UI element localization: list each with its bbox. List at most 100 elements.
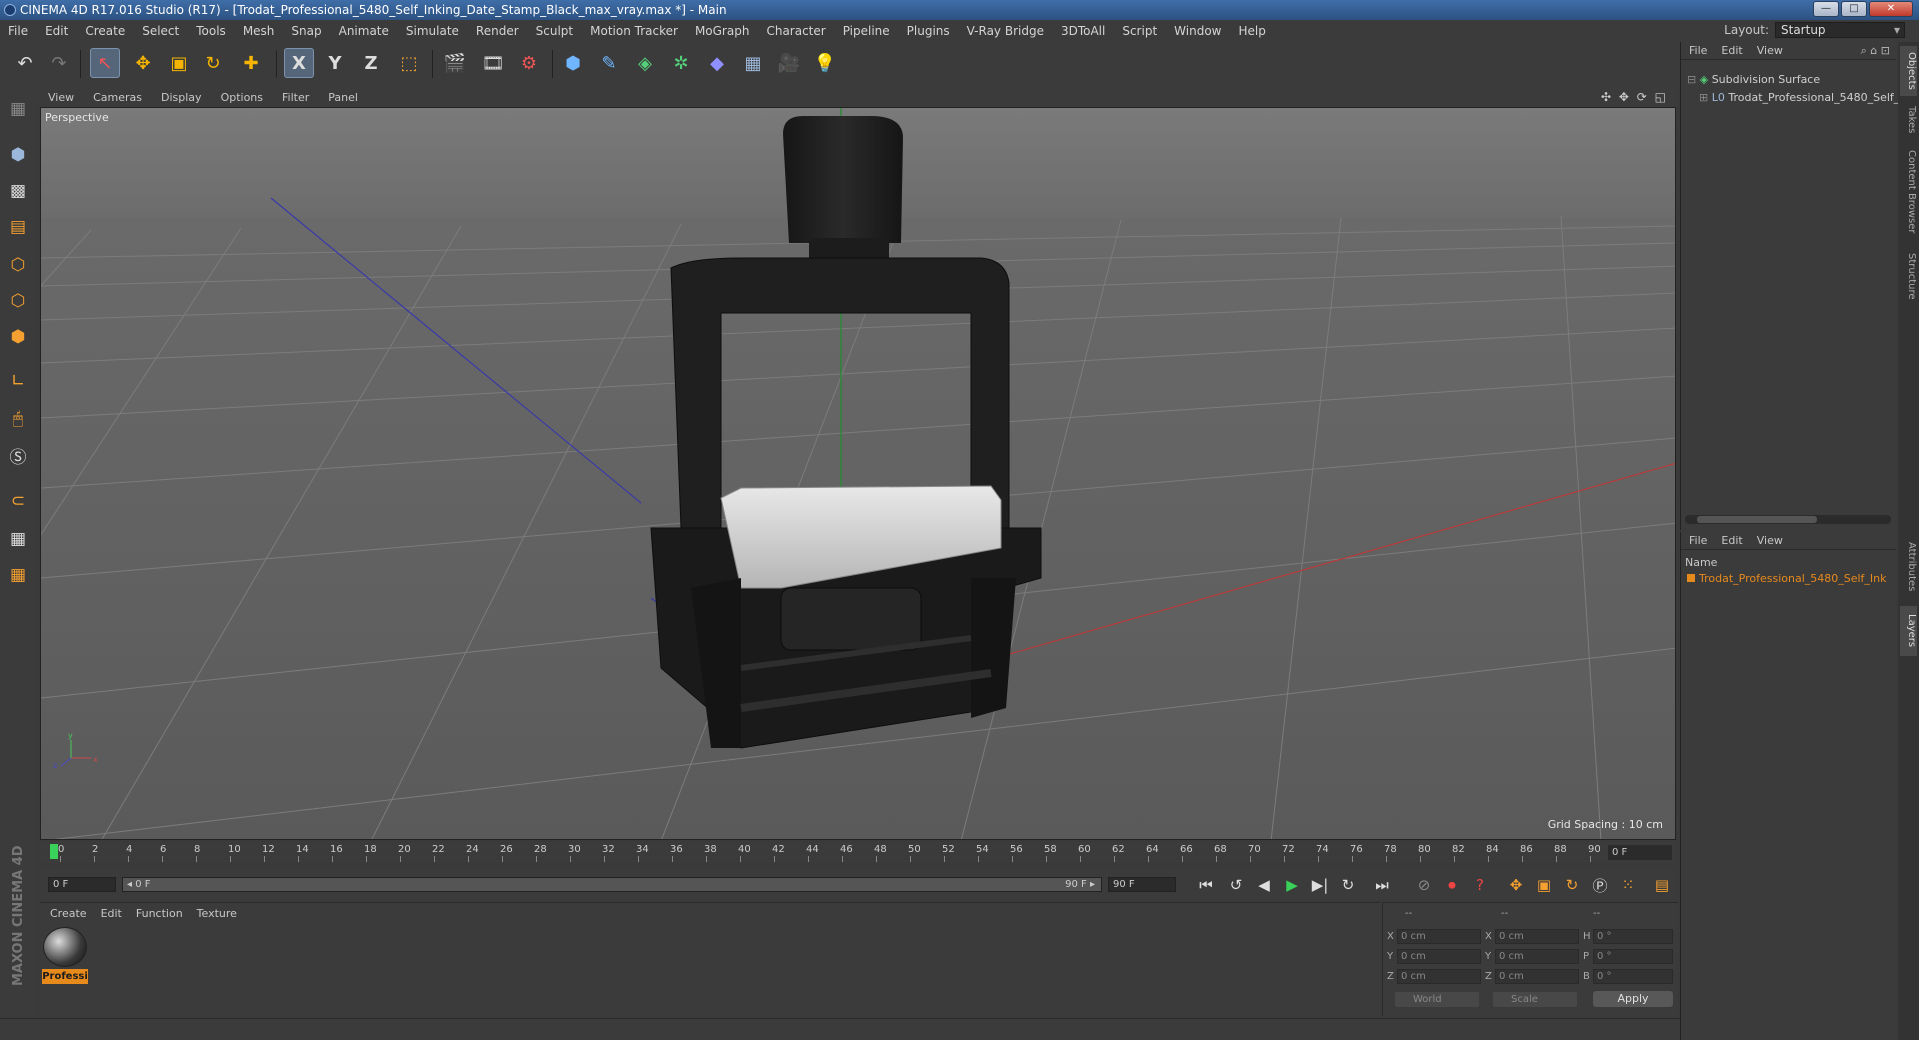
- object-manager-scrollbar[interactable]: [1685, 515, 1891, 524]
- tab-attributes[interactable]: Attributes: [1900, 532, 1917, 602]
- y-axis-lock-icon[interactable]: Y: [320, 48, 350, 78]
- lock-workplane-icon[interactable]: ▦: [3, 524, 33, 554]
- magnet-icon[interactable]: ⊂: [3, 486, 33, 516]
- key-rotation-icon[interactable]: ↻: [1560, 874, 1584, 896]
- viewport-menu-filter[interactable]: Filter: [282, 91, 309, 104]
- redo-icon[interactable]: ↷: [44, 48, 74, 78]
- menu-animate[interactable]: Animate: [339, 24, 389, 38]
- tab-structure[interactable]: Structure: [1900, 246, 1917, 306]
- rot-b-field[interactable]: 0 °: [1593, 969, 1673, 984]
- rot-h-field[interactable]: 0 °: [1593, 929, 1673, 944]
- viewport-navigation-icons[interactable]: ✣ ✥ ⟳ ◱: [1601, 90, 1668, 104]
- menu-pipeline[interactable]: Pipeline: [843, 24, 890, 38]
- workplane-mode-icon[interactable]: ▤: [3, 212, 33, 242]
- size-y-field[interactable]: 0 cm: [1495, 949, 1579, 964]
- previous-key-icon[interactable]: ↺: [1224, 874, 1248, 896]
- menu-tools[interactable]: Tools: [196, 24, 226, 38]
- record-keys-disabled-icon[interactable]: ⊘: [1412, 874, 1436, 896]
- tweak-mode-icon[interactable]: 🖱: [3, 404, 33, 434]
- snapping-icon[interactable]: Ⓢ: [3, 440, 33, 470]
- collapse-toggle-icon[interactable]: ⊟: [1687, 73, 1696, 86]
- material-menu-edit[interactable]: Edit: [101, 907, 122, 920]
- floor-object-icon[interactable]: ▦: [738, 48, 768, 78]
- timeline-window-icon[interactable]: ▤: [1650, 874, 1674, 896]
- tree-item-subdivision-surface[interactable]: ⊟ ◈ Subdivision Surface: [1687, 72, 1820, 88]
- perspective-viewport[interactable]: x y z Perspective Grid Spacing : 10 cm: [40, 107, 1676, 840]
- points-mode-icon[interactable]: ⬡: [3, 250, 33, 280]
- render-view-icon[interactable]: 🎬: [440, 48, 470, 78]
- object-menu-view[interactable]: View: [1757, 44, 1783, 57]
- menu-script[interactable]: Script: [1122, 24, 1157, 38]
- apply-button[interactable]: Apply: [1593, 991, 1673, 1007]
- menu-create[interactable]: Create: [85, 24, 125, 38]
- menu-file[interactable]: File: [8, 24, 28, 38]
- x-axis-lock-icon[interactable]: X: [284, 48, 314, 78]
- size-z-field[interactable]: 0 cm: [1495, 969, 1579, 984]
- tab-objects[interactable]: Objects: [1900, 46, 1917, 96]
- end-frame-field[interactable]: 90 F: [1108, 877, 1176, 892]
- key-point-level-icon[interactable]: ⁙: [1616, 874, 1640, 896]
- layer-item[interactable]: Trodat_Professional_5480_Self_Ink: [1687, 572, 1887, 585]
- material-menu-texture[interactable]: Texture: [197, 907, 237, 920]
- keyframe-selection-icon[interactable]: ?: [1468, 874, 1492, 896]
- previous-frame-icon[interactable]: ◀: [1252, 874, 1276, 896]
- viewport-menu-view[interactable]: View: [48, 91, 74, 104]
- viewport-menu-panel[interactable]: Panel: [328, 91, 358, 104]
- menu-simulate[interactable]: Simulate: [406, 24, 459, 38]
- menu-3dtoall[interactable]: 3DToAll: [1061, 24, 1105, 38]
- render-settings-icon[interactable]: ⚙: [514, 48, 544, 78]
- spline-pen-icon[interactable]: ✎: [594, 48, 624, 78]
- menu-edit[interactable]: Edit: [45, 24, 68, 38]
- menu-character[interactable]: Character: [766, 24, 825, 38]
- coordinate-system-icon[interactable]: ⬚: [394, 48, 424, 78]
- rot-p-field[interactable]: 0 °: [1593, 949, 1673, 964]
- cube-object-icon[interactable]: ⬢: [558, 48, 588, 78]
- autokeying-icon[interactable]: ⏺: [1440, 874, 1464, 896]
- playhead-marker[interactable]: [50, 844, 58, 859]
- material-name-label[interactable]: Professi: [42, 969, 88, 984]
- expand-toggle-icon[interactable]: ⊞: [1699, 91, 1708, 104]
- viewport-menu-cameras[interactable]: Cameras: [93, 91, 142, 104]
- material-thumbnail[interactable]: [43, 927, 87, 967]
- menu-snap[interactable]: Snap: [291, 24, 321, 38]
- object-menu-edit[interactable]: Edit: [1721, 44, 1742, 57]
- menu-motion-tracker[interactable]: Motion Tracker: [590, 24, 678, 38]
- material-menu-function[interactable]: Function: [136, 907, 183, 920]
- menu-mograph[interactable]: MoGraph: [695, 24, 750, 38]
- menu-plugins[interactable]: Plugins: [907, 24, 950, 38]
- subdivision-nurbs-icon[interactable]: ◈: [630, 48, 660, 78]
- tab-content-browser[interactable]: Content Browser: [1900, 142, 1917, 242]
- layout-dropdown[interactable]: Startup: [1775, 22, 1905, 38]
- deformer-icon[interactable]: ◆: [702, 48, 732, 78]
- live-selection-icon[interactable]: ↖: [90, 48, 120, 78]
- light-object-icon[interactable]: 💡: [810, 48, 840, 78]
- model-mode-icon[interactable]: ⬢: [3, 140, 33, 170]
- tree-item-trodat-model[interactable]: ⊞ L0 Trodat_Professional_5480_Self_Ir: [1699, 90, 1907, 106]
- viewport-menu-options[interactable]: Options: [221, 91, 263, 104]
- key-scale-icon[interactable]: ▣: [1532, 874, 1556, 896]
- rotate-tool-icon[interactable]: ↻: [198, 48, 228, 78]
- tab-layers[interactable]: Layers: [1900, 606, 1917, 656]
- key-position-icon[interactable]: ✥: [1504, 874, 1528, 896]
- pos-y-field[interactable]: 0 cm: [1397, 949, 1481, 964]
- coordinate-space-dropdown[interactable]: World: [1395, 992, 1479, 1007]
- layer-menu-file[interactable]: File: [1689, 534, 1707, 547]
- make-editable-icon[interactable]: ▦: [3, 94, 33, 124]
- object-manager-search-icon[interactable]: ⌕ ⌂ ⊡: [1861, 44, 1890, 58]
- play-forward-icon[interactable]: ▶: [1280, 874, 1304, 896]
- texture-mode-icon[interactable]: ▩: [3, 176, 33, 206]
- size-x-field[interactable]: 0 cm: [1495, 929, 1579, 944]
- menu-select[interactable]: Select: [142, 24, 179, 38]
- go-to-start-icon[interactable]: ⏮: [1194, 874, 1218, 896]
- current-frame-field[interactable]: 0 F: [1608, 845, 1672, 860]
- maximize-button[interactable]: □: [1841, 1, 1867, 17]
- menu-sculpt[interactable]: Sculpt: [536, 24, 573, 38]
- go-to-end-icon[interactable]: ⏭: [1370, 874, 1394, 896]
- pos-x-field[interactable]: 0 cm: [1397, 929, 1481, 944]
- key-parameter-icon[interactable]: Ⓟ: [1588, 874, 1612, 896]
- scale-tool-icon[interactable]: ▣: [164, 48, 194, 78]
- add-tool-icon[interactable]: ✚: [236, 48, 266, 78]
- menu-help[interactable]: Help: [1238, 24, 1265, 38]
- array-mograph-icon[interactable]: ✲: [666, 48, 696, 78]
- polygons-mode-icon[interactable]: ⬢: [3, 322, 33, 352]
